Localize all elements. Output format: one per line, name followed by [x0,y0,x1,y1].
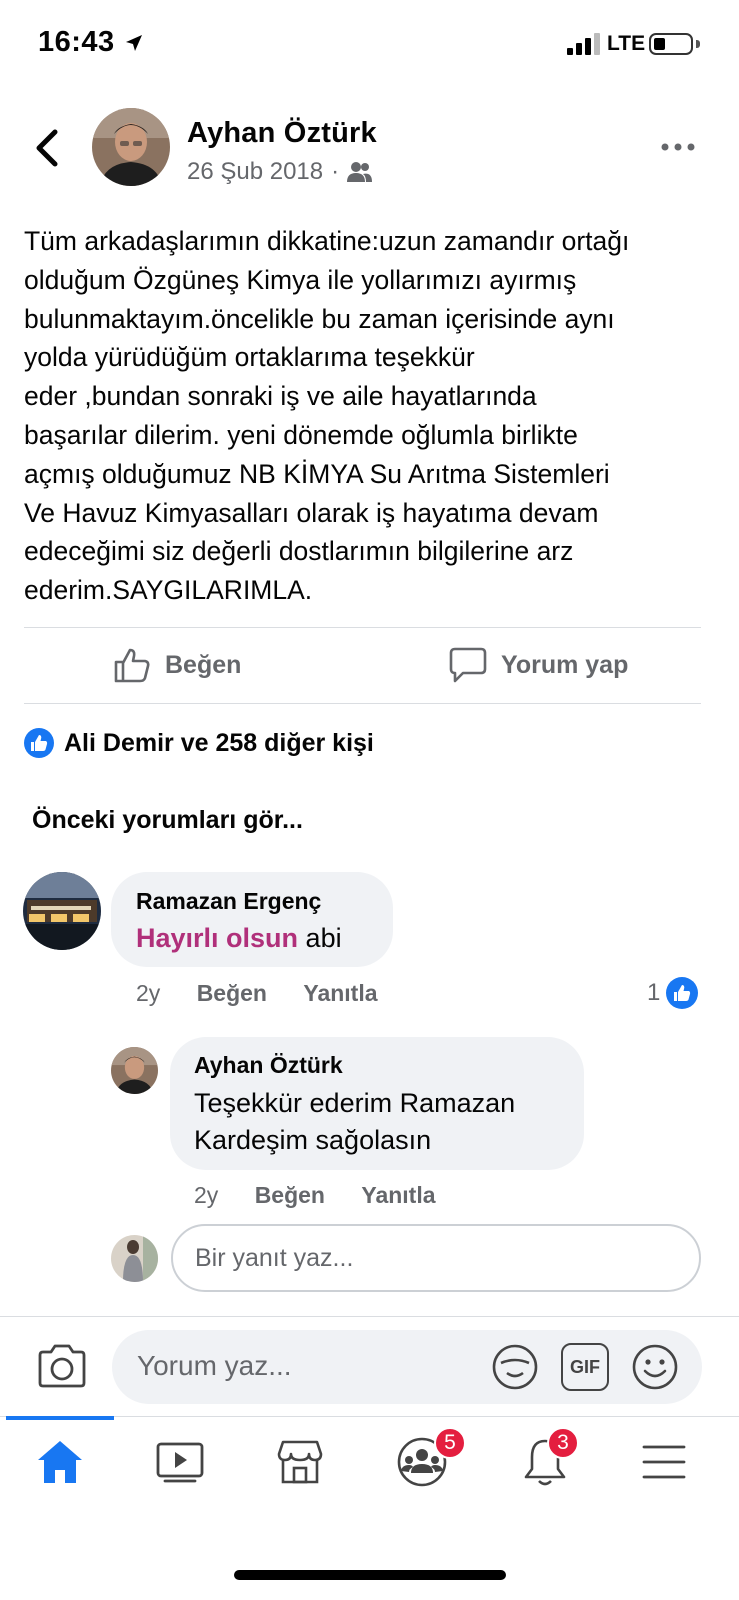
see-previous-comments[interactable]: Önceki yorumları gör... [32,806,303,835]
battery-icon [649,33,693,55]
post-text: Tüm arkadaşlarımın dikkatine:uzun zamand… [24,222,714,610]
post-text-line: eder ,bundan sonraki iş ve aile hayatlar… [24,381,537,412]
like-label: Beğen [165,650,242,679]
reply-author[interactable]: Ayhan Öztürk [194,1052,343,1079]
tab-home[interactable] [30,1432,90,1492]
reactions-summary[interactable]: Ali Demir ve 258 diğer kişi [24,728,374,758]
home-icon [38,1441,82,1483]
groups-badge: 5 [434,1427,466,1459]
author-avatar[interactable] [92,108,170,186]
battery-level [654,38,665,50]
status-bar: 16:43 LTE [0,0,739,92]
comment-like-button[interactable]: Beğen [197,980,267,1006]
avatar-image [23,872,101,950]
camera-icon[interactable] [36,1343,88,1389]
emoji-icon[interactable] [631,1343,679,1391]
menu-icon [642,1445,686,1479]
divider [24,703,701,704]
battery-tip [696,40,700,48]
location-arrow-icon [126,35,142,51]
post-meta: 26 Şub 2018 · [187,158,373,186]
home-indicator [234,1570,506,1580]
more-options-button[interactable] [655,132,701,162]
commenter-avatar[interactable] [23,872,101,950]
signal-icon [567,33,600,55]
avatar-image [92,108,170,186]
comment-meta: 2y Beğen Yanıtla [136,980,378,1007]
thumbs-up-icon [114,648,150,683]
comment-text-rest: abi [298,923,342,953]
post-text-line: bulunmaktayım.öncelikle bu zaman içerisi… [24,303,615,334]
post-text-line: Tüm arkadaşlarımın dikkatine:uzun zamand… [24,226,630,256]
avatar-image [111,1235,158,1282]
reactions-text: Ali Demir ve 258 diğer kişi [64,728,374,757]
post-date[interactable]: 26 Şub 2018 [187,158,323,186]
reply-reply-button[interactable]: Yanıtla [361,1182,435,1208]
current-user-avatar [111,1235,158,1282]
divider [24,627,701,628]
like-reaction-icon [24,728,54,758]
watch-icon [156,1442,204,1483]
like-button[interactable]: Beğen [113,646,241,684]
friends-icon [347,162,373,182]
like-reaction-icon [666,977,699,1009]
comment-label: Yorum yap [501,650,629,679]
comment-button[interactable]: Yorum yap [449,646,628,684]
gif-icon[interactable]: GIF [561,1343,609,1391]
comment-like-count[interactable]: 1 [647,977,699,1009]
post-text-line: açmış olduğumuz NB KİMYA Su Arıtma Siste… [24,458,610,489]
avatar-image [111,1047,158,1094]
comment-author[interactable]: Ramazan Ergenç [136,888,321,915]
reply-input[interactable]: Bir yanıt yaz... [171,1224,701,1292]
meta-separator: · [331,158,340,185]
comment-reply-button[interactable]: Yanıtla [303,980,377,1006]
bottom-tab-bar [0,1416,739,1526]
replier-avatar[interactable] [111,1047,158,1094]
post-text-line: yolda yürüdüğüm ortaklarıma teşekkür [24,342,475,373]
more-icon [661,143,695,151]
notifications-badge: 3 [547,1427,579,1459]
chevron-left-icon [36,129,58,167]
tab-watch[interactable] [150,1432,210,1492]
network-type: LTE [607,32,646,55]
post-text-line: ederim.SAYGILARIMLA. [24,575,313,606]
comment-input-placeholder: Yorum yaz... [137,1350,292,1381]
tab-marketplace[interactable] [270,1432,330,1492]
reply-text-line: Teşekkür ederim Ramazan [194,1088,516,1118]
status-time: 16:43 [38,26,115,58]
comment-icon [449,647,487,683]
post-text-line: olduğum Özgüneş Kimya ile yollarımızı ay… [24,264,577,295]
reply-meta: 2y Beğen Yanıtla [194,1182,436,1209]
active-tab-indicator [6,1416,114,1420]
reply-time: 2y [194,1182,219,1208]
reply-like-button[interactable]: Beğen [255,1182,325,1208]
post-text-line: edeceğimi siz değerli dostlarımın bilgil… [24,536,574,567]
reply-text: Teşekkür ederim Ramazan Kardeşim sağolas… [194,1085,515,1159]
comment-time: 2y [136,980,161,1006]
marketplace-icon [277,1440,323,1484]
comment-text-highlight[interactable]: Hayırlı olsun [136,923,298,953]
back-button[interactable] [22,122,70,174]
tab-menu[interactable] [634,1432,694,1492]
post-text-line: Ve Havuz Kimyasalları olarak iş hayatıma… [24,497,599,528]
comment-text: Hayırlı olsun abi [136,920,342,957]
post-text-line: başarılar dilerim. yeni dönemde oğlumla … [24,419,578,450]
author-name[interactable]: Ayhan Öztürk [187,117,377,150]
like-count: 1 [647,979,661,1006]
reply-text-line: Kardeşim sağolasın [194,1125,432,1155]
avatar-sticker-icon[interactable] [491,1343,539,1391]
